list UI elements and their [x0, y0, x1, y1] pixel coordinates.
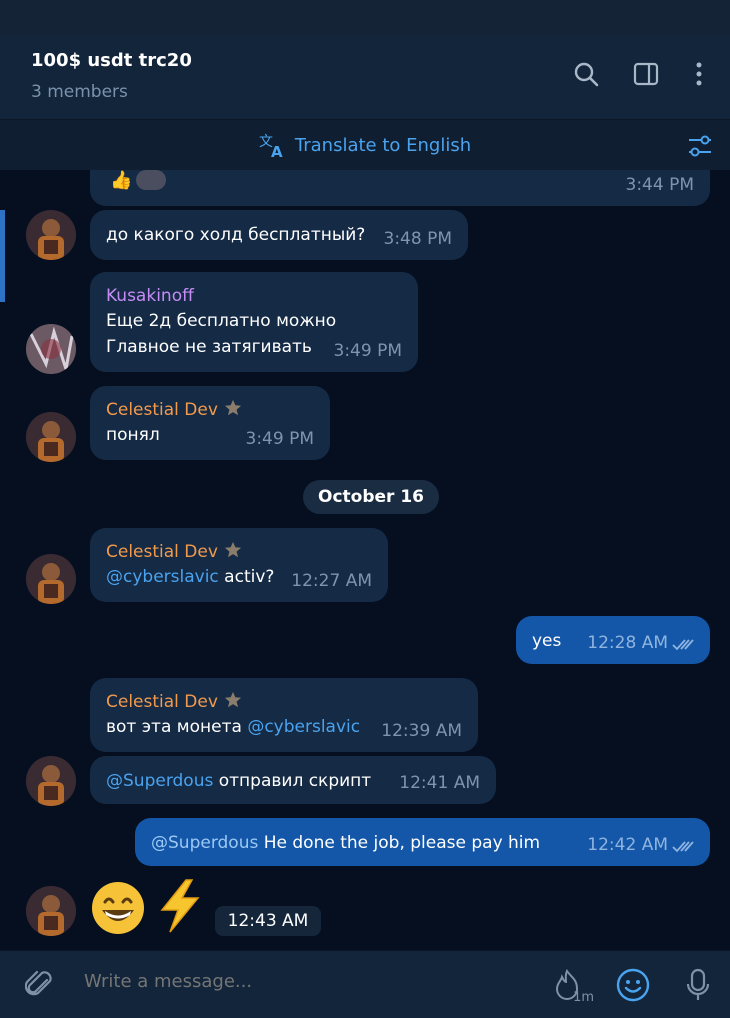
avatar[interactable] [26, 412, 76, 462]
message-time: 12:27 AM [291, 571, 372, 591]
scroll-indicator[interactable] [0, 210, 5, 302]
translate-bar: 文 A Translate to English [0, 120, 730, 170]
message-input[interactable] [84, 971, 514, 992]
message-text: отправил скрипт [213, 771, 372, 791]
message-text: yes [532, 631, 562, 651]
sidebar-toggle-icon[interactable] [630, 58, 662, 90]
filter-settings-icon[interactable] [686, 132, 714, 160]
reaction-avatar[interactable] [136, 170, 166, 190]
attach-icon[interactable] [20, 965, 60, 1005]
message-bubble[interactable]: Kusakinoff Еще 2д бесплатно можно Главно… [90, 272, 418, 372]
sender-name[interactable]: Celestial Dev [106, 692, 218, 712]
message-bubble[interactable]: Celestial Dev @cyberslavic activ? 12:27 … [90, 528, 388, 602]
message-bubble[interactable]: 👍 3:44 PM [90, 170, 710, 206]
more-vertical-icon[interactable] [683, 58, 715, 90]
mention-link[interactable]: @Superdous [151, 833, 258, 853]
message-text: Еще 2д бесплатно можно [106, 311, 337, 331]
lightning-emoji[interactable] [152, 878, 208, 934]
microphone-icon[interactable] [678, 965, 718, 1005]
message-text: вот эта монета [106, 717, 248, 737]
search-icon[interactable] [570, 58, 602, 90]
message-bubble[interactable]: Celestial Dev понял 3:49 PM [90, 386, 330, 460]
star-icon [224, 691, 242, 708]
star-icon [224, 541, 242, 558]
message-bubble[interactable]: Celestial Dev вот эта монета @cyberslavi… [90, 678, 478, 752]
slowmode-label: 1m [573, 990, 594, 1005]
avatar[interactable] [26, 324, 76, 374]
window-top-strip [0, 0, 730, 36]
message-text: He done the job, please pay him [258, 833, 541, 853]
message-bubble-outgoing[interactable]: @Superdous He done the job, please pay h… [135, 818, 710, 866]
mention-link[interactable]: @cyberslavic [247, 717, 360, 737]
members-count[interactable]: 3 members [31, 82, 128, 102]
message-time: 12:42 AM [587, 835, 668, 855]
message-bubble-outgoing[interactable]: yes 12:28 AM [516, 616, 710, 664]
message-bubble[interactable]: @Superdous отправил скрипт 12:41 AM [90, 756, 496, 804]
slowmode-fire-icon[interactable]: 1m [548, 965, 594, 1005]
translate-icon: 文 A [259, 134, 283, 158]
message-list[interactable]: 👍 3:44 PM до какого холд бесплатный? 3:4… [0, 170, 730, 950]
grinning-face-emoji[interactable] [90, 880, 146, 936]
date-separator: October 16 [303, 480, 439, 514]
read-checkmarks-icon [672, 639, 694, 651]
read-checkmarks-icon [672, 841, 694, 853]
message-time: 3:48 PM [383, 229, 453, 249]
avatar[interactable] [26, 554, 76, 604]
message-time: 12:41 AM [399, 773, 480, 793]
message-time: 12:28 AM [587, 633, 668, 653]
message-text: до какого холд бесплатный? [106, 225, 366, 245]
sender-name[interactable]: Celestial Dev [106, 400, 218, 420]
mention-link[interactable]: @cyberslavic [106, 567, 219, 587]
mention-link[interactable]: @Superdous [106, 771, 213, 791]
star-icon [224, 399, 242, 416]
emoji-icon[interactable] [613, 965, 653, 1005]
sender-name[interactable]: Kusakinoff [106, 284, 402, 308]
message-composer: 1m [0, 950, 730, 1018]
sender-name[interactable]: Celestial Dev [106, 542, 218, 562]
chat-header[interactable]: 100$ usdt trc20 3 members [0, 36, 730, 120]
message-time: 3:49 PM [245, 429, 315, 449]
avatar[interactable] [26, 756, 76, 806]
message-time: 3:44 PM [625, 175, 695, 195]
translate-label: Translate to English [294, 134, 472, 156]
svg-text:A: A [271, 143, 283, 158]
reaction-thumbs-up[interactable]: 👍 [110, 170, 132, 194]
translate-button[interactable]: 文 A Translate to English [259, 132, 471, 158]
message-text: activ? [218, 567, 275, 587]
message-time: 3:49 PM [333, 341, 403, 361]
message-bubble[interactable]: до какого холд бесплатный? 3:48 PM [90, 210, 468, 260]
avatar[interactable] [26, 886, 76, 936]
chat-title[interactable]: 100$ usdt trc20 [31, 50, 192, 71]
message-time: 12:39 AM [381, 721, 462, 741]
avatar[interactable] [26, 210, 76, 260]
message-time: 12:43 AM [215, 906, 321, 936]
